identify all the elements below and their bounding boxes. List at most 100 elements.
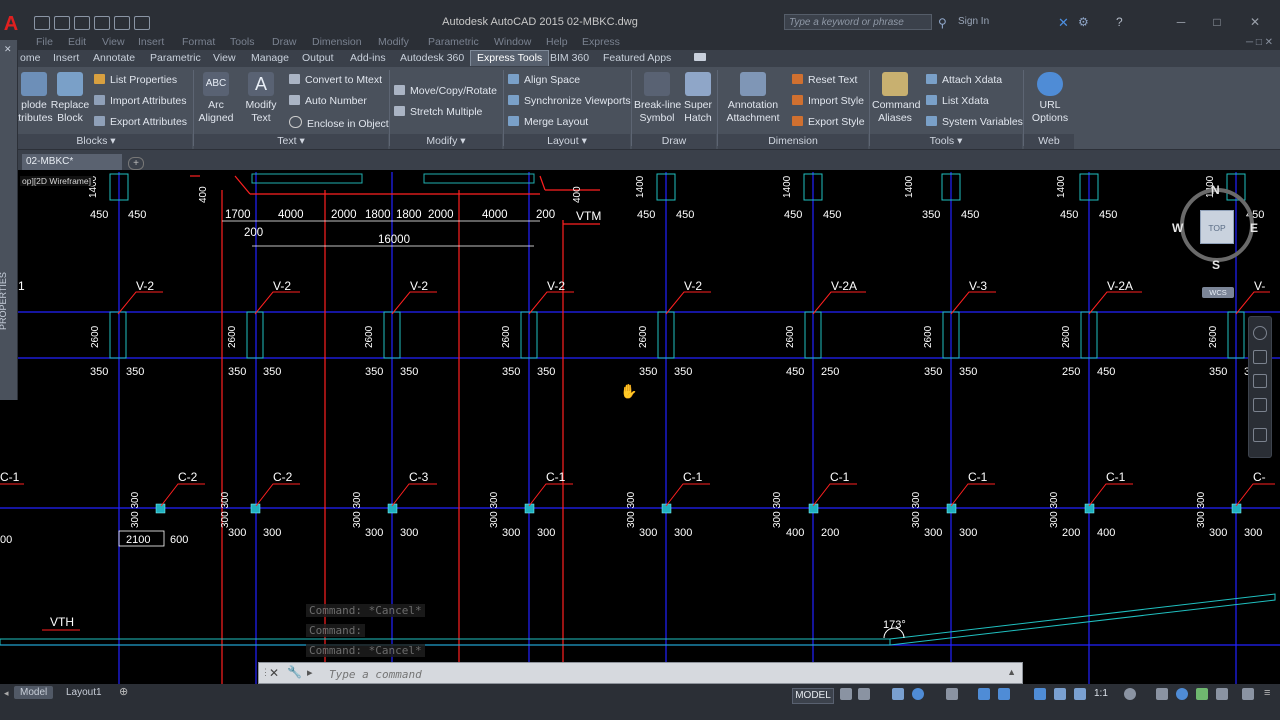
- cad-drawing[interactable]: 450 450 450 450 450 450 350 450 450 450 …: [0, 170, 1280, 685]
- menu-edit[interactable]: Edit: [68, 36, 86, 48]
- showmotion-icon[interactable]: [1253, 428, 1267, 442]
- help-icon[interactable]: ?: [1116, 15, 1123, 29]
- tab-manage[interactable]: Manage: [251, 52, 289, 64]
- maximize-button[interactable]: □: [1204, 14, 1230, 30]
- auto-scale-icon[interactable]: [1054, 688, 1066, 700]
- command-input[interactable]: [327, 666, 971, 682]
- tab-parametric[interactable]: Parametric: [150, 52, 201, 64]
- export-style-button[interactable]: Export Style: [792, 116, 865, 128]
- tab-bim360[interactable]: BIM 360: [550, 52, 589, 64]
- grid-display-icon[interactable]: [840, 688, 852, 700]
- import-style-button[interactable]: Import Style: [792, 95, 864, 107]
- palette-close-icon[interactable]: ✕: [4, 44, 12, 55]
- tab-express-tools[interactable]: Express Tools: [470, 50, 550, 66]
- menu-dimension[interactable]: Dimension: [312, 36, 362, 48]
- new-tab-button[interactable]: +: [128, 157, 144, 170]
- super-hatch-button[interactable]: Super Hatch: [680, 72, 716, 125]
- synchronize-viewports-button[interactable]: Synchronize Viewports: [508, 95, 631, 107]
- replace-block-button[interactable]: Replace Block: [50, 72, 90, 125]
- menu-view[interactable]: View: [102, 36, 125, 48]
- tab-home[interactable]: ome: [20, 52, 40, 64]
- minimize-button[interactable]: ─: [1168, 14, 1194, 30]
- import-attributes-button[interactable]: Import Attributes: [94, 95, 186, 107]
- save-as-icon[interactable]: [94, 16, 110, 30]
- menu-window[interactable]: Window: [494, 36, 531, 48]
- ortho-mode-icon[interactable]: [892, 688, 904, 700]
- blocks-panel-title[interactable]: Blocks ▾: [0, 134, 192, 149]
- compass-south-label[interactable]: S: [1212, 258, 1220, 272]
- isodraft-icon[interactable]: [946, 688, 958, 700]
- tab-layout1[interactable]: Layout1: [60, 686, 108, 699]
- binoculars-icon[interactable]: ⚲: [938, 16, 947, 30]
- menu-parametric[interactable]: Parametric: [428, 36, 479, 48]
- url-options-button[interactable]: URL Options: [1026, 72, 1074, 125]
- tab-output[interactable]: Output: [302, 52, 334, 64]
- annotation-attachment-button[interactable]: Annotation Attachment: [722, 72, 784, 125]
- object-snap-icon[interactable]: [998, 688, 1010, 700]
- merge-layout-button[interactable]: Merge Layout: [508, 116, 588, 128]
- wcs-menu-button[interactable]: WCS: [1202, 287, 1234, 298]
- zoom-extents-icon[interactable]: [1253, 374, 1267, 388]
- menu-tools[interactable]: Tools: [230, 36, 255, 48]
- undo-icon[interactable]: [134, 16, 150, 30]
- compass-east-label[interactable]: E: [1250, 221, 1258, 235]
- properties-palette[interactable]: ✕: [0, 40, 18, 400]
- customization-icon[interactable]: [1242, 688, 1254, 700]
- tab-featured-apps[interactable]: Featured Apps: [603, 52, 671, 64]
- menu-help[interactable]: Help: [546, 36, 568, 48]
- move-copy-rotate-button[interactable]: Move/Copy/Rotate: [394, 85, 497, 97]
- close-button[interactable]: ✕: [1242, 14, 1268, 30]
- drawing-canvas[interactable]: 450 450 450 450 450 450 350 450 450 450 …: [0, 170, 1280, 685]
- menu-insert[interactable]: Insert: [138, 36, 164, 48]
- modify-panel-title[interactable]: Modify ▾: [390, 134, 502, 149]
- breakline-symbol-button[interactable]: Break-line Symbol: [634, 72, 681, 125]
- annotation-visibility-icon[interactable]: [1034, 688, 1046, 700]
- tab-view[interactable]: View: [213, 52, 236, 64]
- tab-autodesk360[interactable]: Autodesk 360: [400, 52, 464, 64]
- save-icon[interactable]: [74, 16, 90, 30]
- new-file-icon[interactable]: [34, 16, 50, 30]
- polar-tracking-icon[interactable]: [912, 688, 924, 700]
- command-prompt-icon[interactable]: ▸: [307, 666, 313, 679]
- open-file-icon[interactable]: [54, 16, 70, 30]
- workspace-gear-icon[interactable]: [1124, 688, 1136, 700]
- isolate-objects-icon[interactable]: [1176, 688, 1188, 700]
- status-menu-icon[interactable]: ≡: [1264, 687, 1270, 699]
- snap-mode-icon[interactable]: [858, 688, 870, 700]
- command-history-toggle-icon[interactable]: ▲: [1007, 667, 1016, 677]
- menu-format[interactable]: Format: [182, 36, 215, 48]
- reset-text-button[interactable]: Reset Text: [792, 74, 857, 86]
- convert-to-mtext-button[interactable]: Convert to Mtext: [289, 74, 382, 86]
- compass-west-label[interactable]: W: [1172, 221, 1183, 235]
- menu-file[interactable]: File: [36, 36, 53, 48]
- explode-attributes-button[interactable]: plode ttributes: [14, 72, 54, 125]
- viewport-controls-label[interactable]: op][2D Wireframe]: [20, 176, 93, 186]
- ribbon-toggle-icon[interactable]: [694, 53, 706, 61]
- menu-draw[interactable]: Draw: [272, 36, 297, 48]
- command-aliases-button[interactable]: Command Aliases: [872, 72, 920, 125]
- list-xdata-button[interactable]: List Xdata: [926, 95, 989, 107]
- annotation-monitor-icon[interactable]: [1156, 688, 1168, 700]
- tools-panel-title[interactable]: Tools ▾: [870, 134, 1022, 149]
- search-input[interactable]: Type a keyword or phrase: [784, 14, 932, 30]
- auto-number-button[interactable]: Auto Number: [289, 95, 367, 107]
- tab-scroll-icon[interactable]: ◂: [4, 688, 9, 699]
- layout-panel-title[interactable]: Layout ▾: [504, 134, 630, 149]
- orbit-icon[interactable]: [1253, 398, 1267, 412]
- align-space-button[interactable]: Align Space: [508, 74, 580, 86]
- tab-addins[interactable]: Add-ins: [350, 52, 386, 64]
- attach-xdata-button[interactable]: Attach Xdata: [926, 74, 1002, 86]
- annotation-scale-icon[interactable]: [1074, 688, 1086, 700]
- export-attributes-button[interactable]: Export Attributes: [94, 116, 187, 128]
- menu-window-controls[interactable]: ─ □ ✕: [1246, 37, 1273, 48]
- clean-screen-icon[interactable]: [1216, 688, 1228, 700]
- steering-wheel-icon[interactable]: [1253, 326, 1267, 340]
- tab-insert[interactable]: Insert: [53, 52, 79, 64]
- sign-in-link[interactable]: Sign In: [958, 16, 989, 27]
- tab-annotate[interactable]: Annotate: [93, 52, 135, 64]
- pan-icon[interactable]: [1253, 350, 1267, 364]
- enclose-in-object-button[interactable]: Enclose in Object: [289, 116, 389, 130]
- print-icon[interactable]: [114, 16, 130, 30]
- command-close-icon[interactable]: ✕: [269, 666, 279, 680]
- annotation-scale-value[interactable]: 1:1: [1094, 688, 1108, 699]
